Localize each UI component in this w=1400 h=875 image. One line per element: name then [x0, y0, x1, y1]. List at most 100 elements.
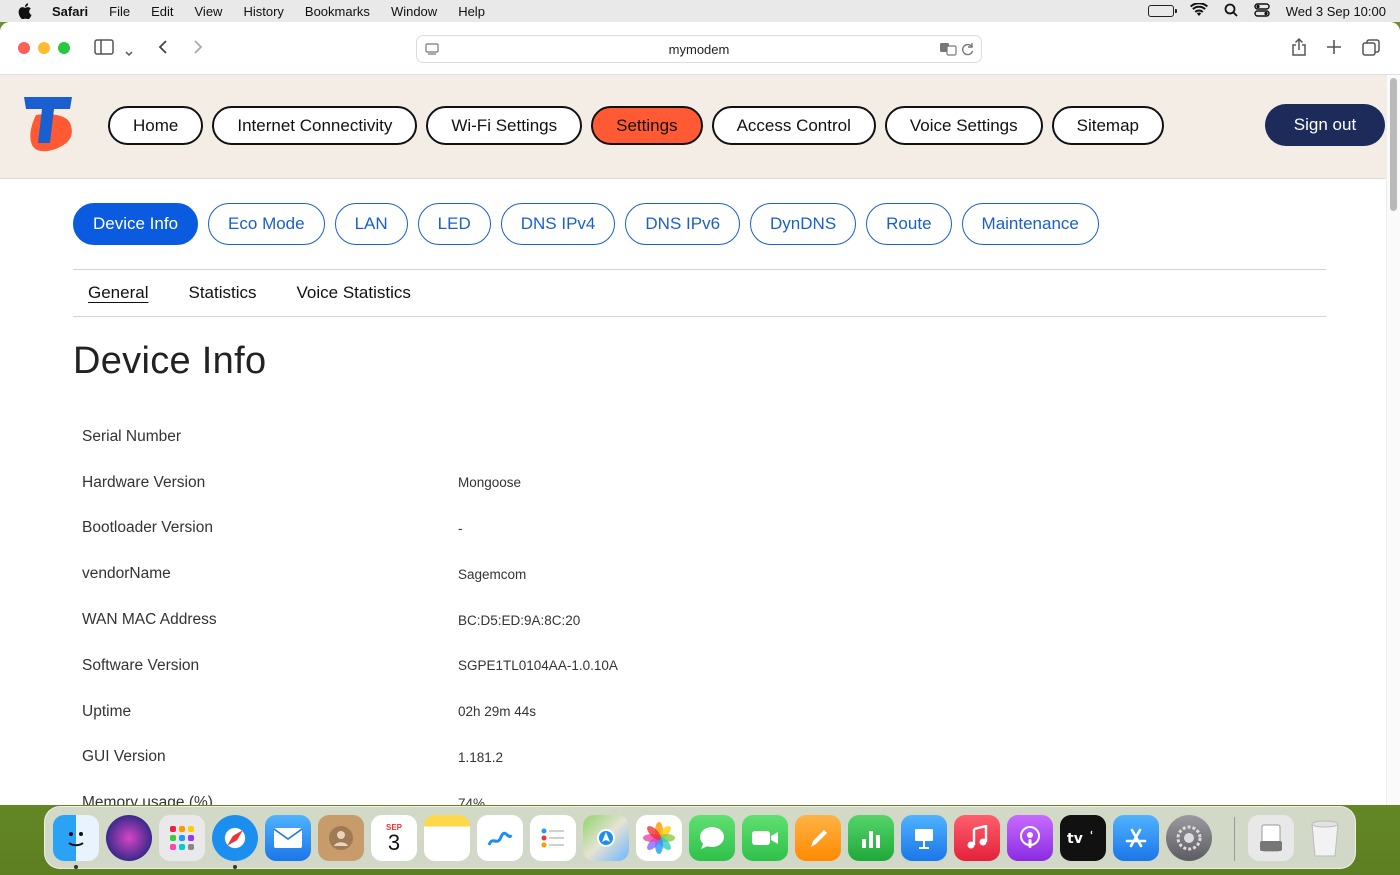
scrollbar-thumb[interactable] [1390, 78, 1397, 211]
row-value: BC:D5:ED:9A:8C:20 [458, 612, 581, 628]
row-value: 1.181.2 [458, 749, 504, 765]
row-value: 74% [458, 795, 486, 805]
battery-icon[interactable] [1147, 5, 1177, 17]
nav-settings[interactable]: Settings [591, 106, 703, 145]
podcasts-icon[interactable] [1007, 815, 1053, 861]
row-label: Software Version [82, 656, 200, 674]
table-row: GUI Version 1.181.2 [82, 735, 1282, 781]
row-value: Mongoose [458, 475, 522, 491]
finder-icon[interactable] [53, 815, 99, 861]
chevron-down-icon[interactable] [124, 42, 134, 63]
row-label: vendorName [82, 565, 171, 583]
siri-icon[interactable] [106, 815, 152, 861]
table-row: Bootloader Version - [82, 506, 1282, 552]
safari-icon[interactable] [212, 815, 258, 861]
music-icon[interactable] [954, 815, 1000, 861]
apple-icon[interactable] [18, 3, 38, 19]
table-row: vendorName Sagemcom [82, 551, 1282, 597]
calendar-icon[interactable]: SEP 3 [371, 815, 417, 861]
sign-out-button[interactable]: Sign out [1265, 104, 1385, 146]
wifi-icon[interactable] [1189, 1, 1208, 20]
photos-icon[interactable] [636, 815, 682, 861]
nav-access-control[interactable]: Access Control [711, 106, 876, 145]
close-window-button[interactable] [18, 42, 30, 54]
spotlight-search-icon[interactable] [1224, 3, 1238, 20]
numbers-icon[interactable] [848, 815, 894, 861]
apple-tv-icon[interactable]: tv [1060, 815, 1106, 861]
subnav-route[interactable]: Route [866, 203, 952, 245]
share-icon[interactable] [1291, 37, 1307, 62]
row-value: - [458, 520, 463, 536]
row-label: Hardware Version [82, 473, 206, 491]
minimize-window-button[interactable] [38, 42, 50, 54]
subnav-led[interactable]: LED [417, 203, 491, 245]
subnav-dns-ipv4[interactable]: DNS IPv4 [500, 203, 616, 245]
running-indicator [233, 865, 237, 869]
pages-icon[interactable] [795, 815, 841, 861]
subnav-maintenance[interactable]: Maintenance [961, 203, 1099, 245]
window-controls [18, 42, 70, 54]
control-center-icon[interactable] [1254, 2, 1270, 20]
tab-overview-icon[interactable] [1362, 39, 1380, 62]
new-tab-icon[interactable] [1326, 39, 1342, 60]
nav-home[interactable]: Home [108, 106, 204, 145]
subnav-dns-ipv6[interactable]: DNS IPv6 [625, 203, 741, 245]
app-store-icon[interactable] [1113, 815, 1159, 861]
launchpad-icon[interactable] [159, 815, 205, 861]
tab-voice-statistics[interactable]: Voice Statistics [297, 283, 411, 303]
row-label: Uptime [82, 702, 132, 720]
contacts-icon[interactable] [318, 815, 364, 861]
menu-app-name[interactable]: Safari [52, 4, 88, 19]
messages-icon[interactable] [689, 815, 735, 861]
notes-icon[interactable] [424, 815, 470, 861]
settings-subnav: Device Info Eco Mode LAN LED DNS IPv4 DN… [73, 203, 1099, 245]
address-bar[interactable]: mymodem [416, 35, 982, 63]
nav-wifi-settings[interactable]: Wi-Fi Settings [426, 106, 583, 145]
main-nav: Home Internet Connectivity Wi-Fi Setting… [108, 106, 1165, 145]
table-row: Serial Number [82, 414, 1282, 460]
back-arrow-icon[interactable] [157, 39, 169, 60]
dock-separator [1234, 817, 1235, 861]
row-value: 02h 29m 44s [458, 704, 537, 720]
trash-icon[interactable] [1302, 815, 1348, 861]
tab-statistics[interactable]: Statistics [188, 283, 256, 303]
menu-edit[interactable]: Edit [151, 4, 173, 19]
maps-icon[interactable] [583, 815, 629, 861]
menu-view[interactable]: View [195, 4, 223, 19]
downloads-stack-icon[interactable] [1248, 815, 1294, 861]
sidebar-toggle-icon[interactable] [94, 39, 114, 60]
menu-bookmarks[interactable]: Bookmarks [305, 4, 370, 19]
nav-sitemap[interactable]: Sitemap [1051, 106, 1165, 145]
row-label: GUI Version [82, 748, 166, 766]
row-label: Serial Number [82, 427, 182, 445]
reminders-icon[interactable] [530, 815, 576, 861]
menu-clock[interactable]: Wed 3 Sep 10:00 [1286, 4, 1386, 19]
subnav-eco-mode[interactable]: Eco Mode [208, 203, 325, 245]
row-label: WAN MAC Address [82, 611, 217, 629]
reload-icon[interactable] [961, 41, 975, 60]
menu-history[interactable]: History [243, 4, 283, 19]
subnav-lan[interactable]: LAN [334, 203, 408, 245]
subnav-dyndns[interactable]: DynDNS [750, 203, 857, 245]
menu-help[interactable]: Help [458, 4, 485, 19]
zoom-window-button[interactable] [58, 42, 70, 54]
tab-general[interactable]: General [88, 283, 148, 303]
telstra-logo[interactable] [22, 93, 76, 155]
freeform-icon[interactable] [477, 815, 523, 861]
browser-toolbar: mymodem [0, 22, 1400, 75]
system-settings-icon[interactable] [1166, 815, 1212, 861]
nav-internet-connectivity[interactable]: Internet Connectivity [212, 106, 418, 145]
facetime-icon[interactable] [742, 815, 788, 861]
running-indicator [74, 865, 78, 869]
menu-window[interactable]: Window [391, 4, 437, 19]
mail-icon[interactable] [265, 815, 311, 861]
device-info-tabs: General Statistics Voice Statistics [73, 269, 1326, 317]
translate-icon[interactable] [939, 41, 957, 60]
menu-file[interactable]: File [109, 4, 130, 19]
subnav-device-info[interactable]: Device Info [73, 203, 199, 245]
keynote-icon[interactable] [901, 815, 947, 861]
nav-voice-settings[interactable]: Voice Settings [884, 106, 1043, 145]
page-title: Device Info [73, 340, 267, 382]
page-settings-icon[interactable] [425, 42, 439, 59]
forward-arrow-icon[interactable] [192, 39, 204, 60]
